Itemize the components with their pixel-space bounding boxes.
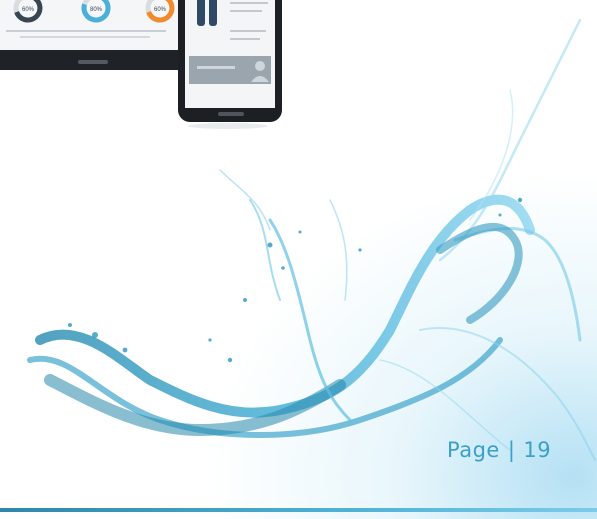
page-number-label: Page | 19 <box>447 438 551 462</box>
page-word: Page <box>447 438 500 462</box>
document-page: 60% 80% 60% Page | 19 <box>0 0 597 519</box>
footer-rule <box>0 508 597 512</box>
page-number: 19 <box>523 438 552 462</box>
page-separator: | <box>507 438 516 462</box>
